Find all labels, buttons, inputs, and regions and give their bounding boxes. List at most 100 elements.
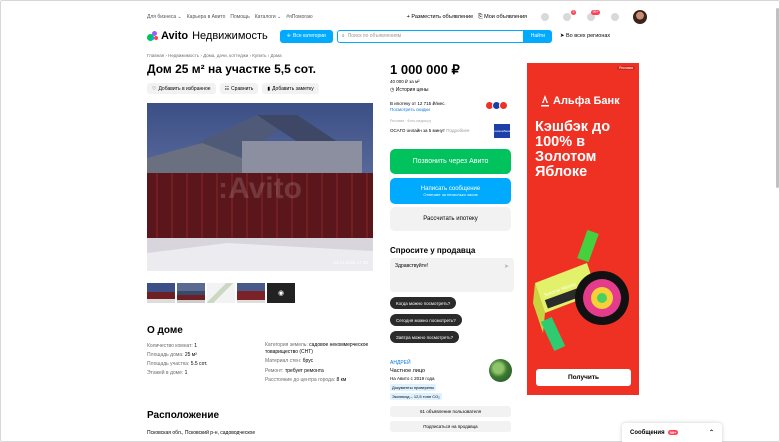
address: Псковская обл., Псковский р-н, садоводче… bbox=[147, 430, 256, 436]
add-note-button[interactable]: ▮ Добавить заметку bbox=[262, 83, 319, 94]
scrollbar[interactable] bbox=[776, 8, 779, 188]
messages-count-badge: 99+ bbox=[667, 430, 679, 435]
location-arrow-icon: ➤ bbox=[559, 33, 565, 39]
seller-name-link[interactable]: АНДРЕЙ bbox=[390, 360, 411, 366]
notif-badge: 2 bbox=[571, 10, 576, 15]
bank-logos bbox=[485, 101, 508, 110]
notifications-bell-icon[interactable]: 2 bbox=[563, 10, 576, 21]
bank-logo-icon bbox=[499, 101, 508, 110]
ad-headline: Кэшбэк до 100% в Золотом Яблоке bbox=[535, 119, 611, 180]
param-house-area: Площадь дома: 25 м² bbox=[147, 352, 197, 358]
about-params: Количество комнат: 1 Площадь дома: 25 м²… bbox=[147, 342, 377, 384]
categories-grid-icon: ⁜ bbox=[286, 33, 291, 39]
nav-help[interactable]: Помощь bbox=[230, 14, 249, 20]
call-label: Позвонить через Авито bbox=[412, 158, 489, 165]
price-per-m2: 40 000 ₽ за м² bbox=[390, 79, 420, 84]
price-history-link[interactable]: ◷ История цены bbox=[390, 87, 429, 93]
nav-business[interactable]: Для бизнеса ⌄ bbox=[147, 14, 182, 20]
subscribe-seller-button[interactable]: Подписаться на продавца bbox=[390, 421, 511, 432]
messages-bar-label: Сообщения bbox=[630, 429, 665, 436]
compare-icon: ☷ bbox=[224, 85, 230, 92]
param-repair: Ремонт: требует ремонта bbox=[265, 367, 324, 374]
quick-question-chip[interactable]: Завтра можно посмотреть? bbox=[390, 331, 460, 343]
location-title: Расположение bbox=[147, 410, 220, 421]
regions-selector[interactable]: ➤ Во всех регионах bbox=[560, 33, 610, 39]
ad-illustration bbox=[533, 229, 629, 352]
heart-icon: ♡ bbox=[152, 85, 157, 92]
avito-logo[interactable]: Avito Недвижимость bbox=[147, 30, 268, 42]
thumbnail[interactable] bbox=[207, 283, 235, 303]
ask-seller-input[interactable]: Здравствуйте! ➤ bbox=[390, 258, 514, 292]
nav-hashtag[interactable]: #яПомогаю bbox=[286, 14, 312, 20]
avito-logo-icon bbox=[147, 30, 159, 42]
about-left-col: Количество комнат: 1 Площадь дома: 25 м²… bbox=[147, 342, 265, 384]
message-button[interactable]: Написать сообщение Отвечает за несколько… bbox=[390, 178, 511, 204]
mortgage-info: В ипотеку от 12 715 ₽/мес. Посмотреть ск… bbox=[390, 101, 446, 113]
mortgage-calc-label: Рассчитать ипотеку bbox=[423, 216, 478, 222]
add-favorite-button[interactable]: ♡ Добавить в избранное bbox=[147, 83, 216, 94]
ad-tag: Реклама bbox=[616, 66, 635, 70]
breadcrumb[interactable]: Главная › Недвижимость › Дома, дачи, кот… bbox=[147, 53, 282, 58]
search-icon: ⌕ bbox=[341, 33, 345, 39]
main-header: Avito Недвижимость ⁜ Все категории ⌕ Пои… bbox=[147, 28, 647, 44]
all-categories-button[interactable]: ⁜ Все категории bbox=[279, 29, 333, 43]
thumbnail-more[interactable]: ◉ bbox=[267, 283, 295, 303]
send-icon[interactable]: ➤ bbox=[504, 263, 509, 270]
messages-bar[interactable]: Сообщения 99+ ⌃ bbox=[622, 423, 722, 442]
ad-disclaimer: Реклама · Фото-медиа.ру bbox=[390, 119, 432, 123]
favorites-heart-icon[interactable] bbox=[541, 13, 549, 21]
mortgage-calc-button[interactable]: Рассчитать ипотеку bbox=[390, 207, 511, 231]
find-button[interactable]: Найти bbox=[523, 29, 552, 43]
svg-text::Avito: :Avito bbox=[218, 172, 302, 205]
thumbnail[interactable] bbox=[147, 283, 175, 303]
user-avatar[interactable] bbox=[633, 10, 647, 24]
messages-badge: 99+ bbox=[591, 10, 600, 15]
history-icon: ◷ bbox=[390, 87, 395, 93]
price: 1 000 000 ₽ bbox=[390, 62, 460, 77]
param-floors: Этажей в доме: 1 bbox=[147, 370, 188, 376]
price-history-label: История цены bbox=[395, 87, 429, 93]
thumbnail[interactable] bbox=[237, 283, 265, 303]
param-land-category: Категория земель: садовое некоммерческое… bbox=[265, 342, 369, 355]
osago-more-link[interactable]: Подробнее bbox=[446, 128, 469, 133]
post-ad-link[interactable]: + Разместить объявление bbox=[407, 14, 474, 20]
add-note-label: Добавить заметку bbox=[272, 85, 314, 92]
house-photo-image: :Avito bbox=[147, 103, 373, 271]
quick-question-chip[interactable]: Когда можно посмотреть? bbox=[390, 297, 457, 309]
ask-seller-title: Спросите у продавца bbox=[390, 246, 476, 255]
seller-avatar[interactable] bbox=[489, 359, 512, 382]
param-wall-material: Материал стен: брус bbox=[265, 358, 314, 364]
search-placeholder: Поиск по объявлениям bbox=[347, 33, 402, 39]
offers-link[interactable]: Посмотреть скидки bbox=[390, 107, 446, 113]
osago-bank-logo: совкомбанк bbox=[494, 124, 510, 138]
listing-actions: ♡ Добавить в избранное ☷ Сравнить ▮ Доба… bbox=[147, 83, 319, 94]
call-button[interactable]: Позвонить через Авито bbox=[390, 149, 511, 174]
photo-thumbnails: ◉ bbox=[147, 283, 295, 303]
ad-cta-button[interactable]: Получить bbox=[536, 369, 631, 386]
cart-icon[interactable] bbox=[611, 13, 619, 21]
nav-catalogs[interactable]: Каталоги ⌄ bbox=[255, 14, 282, 20]
gallery-icon: ◉ bbox=[277, 290, 285, 297]
ad-banner[interactable]: Реклама Альфа Банк Кэшбэк до 100% в Золо… bbox=[527, 63, 639, 395]
seller-since: На Авито с 2019 года bbox=[390, 376, 435, 381]
thumbnail[interactable] bbox=[177, 283, 205, 303]
seller-all-ads-button[interactable]: 61 объявление пользователя bbox=[390, 406, 511, 417]
nav-career[interactable]: Карьера в Авито bbox=[187, 14, 226, 20]
top-nav: Для бизнеса ⌄ Карьера в Авито Помощь Кат… bbox=[147, 10, 647, 24]
my-ads-link[interactable]: ⎘ Мои объявления bbox=[478, 14, 527, 21]
param-distance: Расстояние до центра города: 8 км bbox=[265, 377, 347, 383]
ad-brand-label: Альфа Банк bbox=[553, 95, 620, 107]
page-title: Дом 25 м² на участке 5,5 сот. bbox=[147, 62, 316, 76]
messages-icon[interactable]: 99+ bbox=[587, 10, 600, 21]
compare-button[interactable]: ☷ Сравнить bbox=[219, 83, 259, 94]
add-favorite-label: Добавить в избранное bbox=[158, 85, 211, 92]
chevron-up-icon[interactable]: ⌃ bbox=[709, 429, 714, 436]
photo-date: 04.11.2023 17:32 bbox=[333, 260, 368, 265]
osago-info: ОСАГО онлайн за 5 минут Подробнее bbox=[390, 128, 470, 133]
quick-question-chip[interactable]: Сегодня можно посмотреть? bbox=[390, 314, 462, 326]
ad-brand: Альфа Банк bbox=[540, 95, 620, 107]
main-photo[interactable]: :Avito 04.11.2023 17:32 bbox=[147, 103, 373, 271]
param-rooms: Количество комнат: 1 bbox=[147, 343, 197, 349]
message-sublabel: Отвечает за несколько часов bbox=[423, 191, 478, 197]
search-input[interactable]: ⌕ Поиск по объявлениям bbox=[336, 29, 524, 43]
